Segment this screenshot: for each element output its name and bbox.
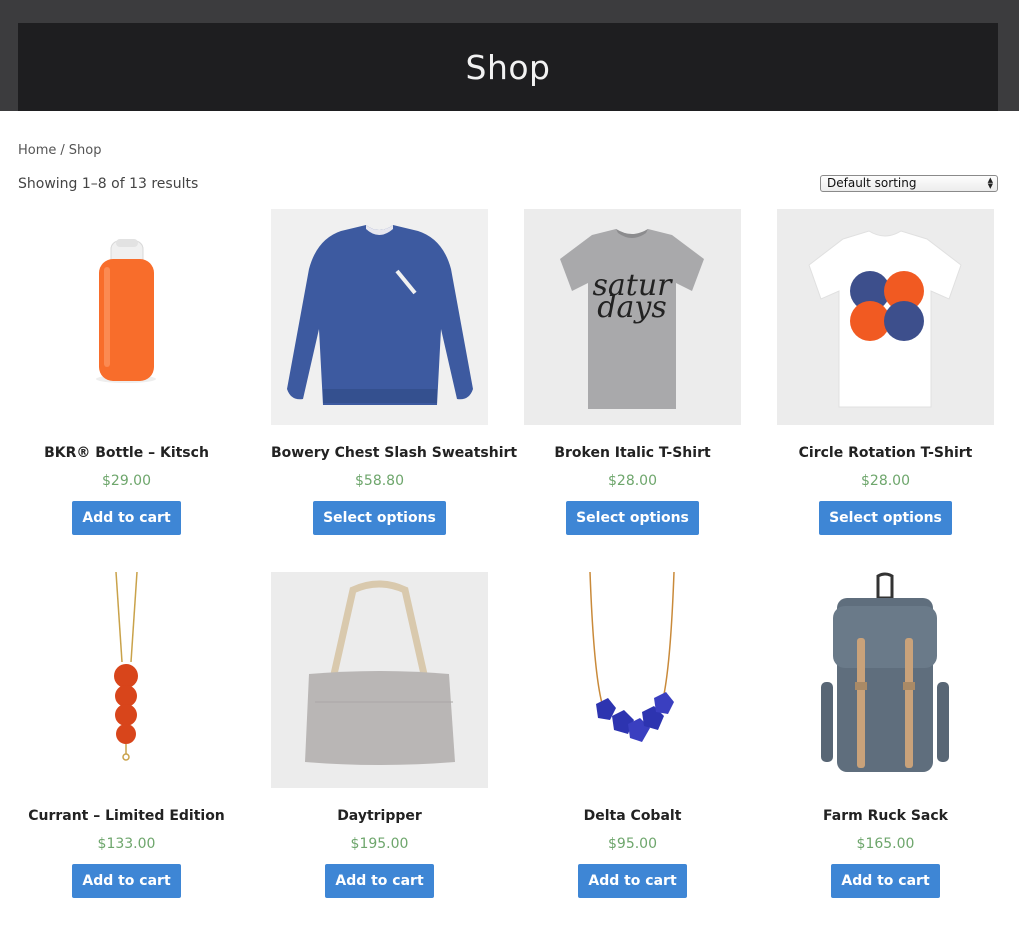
grey-tote-bag-image bbox=[271, 572, 488, 788]
product-price: $133.00 bbox=[97, 836, 156, 852]
grey-tshirt-image: satur days bbox=[524, 209, 741, 425]
select-arrows-icon: ▲ ▼ bbox=[987, 176, 993, 190]
add-to-cart-button[interactable]: Add to cart bbox=[831, 864, 940, 898]
sorting-select[interactable]: Default sorting ▲ ▼ bbox=[820, 175, 998, 192]
result-count: Showing 1–8 of 13 results bbox=[18, 176, 199, 192]
add-to-cart-button[interactable]: Add to cart bbox=[578, 864, 687, 898]
product-image[interactable] bbox=[524, 572, 741, 788]
product-title[interactable]: Broken Italic T-Shirt bbox=[524, 443, 741, 463]
breadcrumb: Home / Shop bbox=[18, 143, 101, 158]
product-price: $58.80 bbox=[355, 473, 404, 489]
product-image[interactable] bbox=[18, 572, 235, 788]
product-title[interactable]: Daytripper bbox=[271, 806, 488, 826]
product-card: Bowery Chest Slash Sweatshirt $58.80 Sel… bbox=[271, 209, 517, 535]
product-price: $28.00 bbox=[608, 473, 657, 489]
product-price: $165.00 bbox=[856, 836, 915, 852]
product-price: $29.00 bbox=[102, 473, 151, 489]
product-title[interactable]: BKR® Bottle – Kitsch bbox=[18, 443, 235, 463]
page-title: Shop bbox=[465, 47, 551, 87]
product-price: $195.00 bbox=[350, 836, 409, 852]
sorting-selected-value: Default sorting bbox=[827, 176, 917, 190]
cobalt-necklace-image bbox=[524, 572, 741, 788]
blue-sweatshirt-image bbox=[271, 209, 488, 425]
add-to-cart-button[interactable]: Add to cart bbox=[325, 864, 434, 898]
product-image[interactable] bbox=[777, 572, 994, 788]
product-title[interactable]: Circle Rotation T-Shirt bbox=[777, 443, 994, 463]
add-to-cart-button[interactable]: Add to cart bbox=[72, 501, 181, 535]
white-tshirt-image bbox=[777, 209, 994, 425]
breadcrumb-home-link[interactable]: Home bbox=[18, 143, 56, 158]
orange-bottle-image bbox=[18, 209, 235, 425]
page-header: Shop bbox=[18, 23, 998, 111]
product-card: BKR® Bottle – Kitsch $29.00 Add to cart bbox=[18, 209, 235, 535]
product-title[interactable]: Delta Cobalt bbox=[524, 806, 741, 826]
product-image[interactable]: satur days bbox=[524, 209, 741, 425]
product-price: $28.00 bbox=[861, 473, 910, 489]
product-card: Daytripper $195.00 Add to cart bbox=[271, 572, 488, 898]
product-image[interactable] bbox=[271, 572, 488, 788]
product-image[interactable] bbox=[18, 209, 235, 425]
breadcrumb-current: Shop bbox=[68, 143, 102, 158]
add-to-cart-button[interactable]: Add to cart bbox=[72, 864, 181, 898]
product-card: Circle Rotation T-Shirt $28.00 Select op… bbox=[777, 209, 994, 535]
product-card: satur days Broken Italic T-Shirt $28.00 … bbox=[524, 209, 741, 535]
svg-text:days: days bbox=[597, 290, 666, 325]
select-options-button[interactable]: Select options bbox=[819, 501, 952, 535]
product-image[interactable] bbox=[271, 209, 488, 425]
product-card: Farm Ruck Sack $165.00 Add to cart bbox=[777, 572, 994, 898]
product-image[interactable] bbox=[777, 209, 994, 425]
product-title[interactable]: Currant – Limited Edition bbox=[18, 806, 235, 826]
product-title[interactable]: Farm Ruck Sack bbox=[777, 806, 994, 826]
select-options-button[interactable]: Select options bbox=[566, 501, 699, 535]
product-card: Currant – Limited Edition $133.00 Add to… bbox=[18, 572, 235, 898]
breadcrumb-separator: / bbox=[60, 143, 65, 158]
select-options-button[interactable]: Select options bbox=[313, 501, 446, 535]
product-price: $95.00 bbox=[608, 836, 657, 852]
product-card: Delta Cobalt $95.00 Add to cart bbox=[524, 572, 741, 898]
grey-backpack-image bbox=[777, 572, 994, 788]
product-title[interactable]: Bowery Chest Slash Sweatshirt bbox=[271, 443, 517, 463]
red-bead-necklace-image bbox=[18, 572, 235, 788]
